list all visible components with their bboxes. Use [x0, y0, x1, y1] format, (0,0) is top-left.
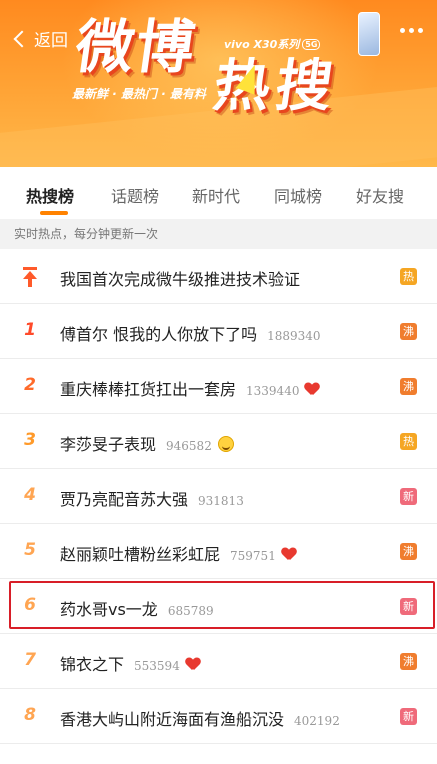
list-item[interactable]: 我国首次完成微牛级推进技术验证 热 — [0, 249, 437, 304]
list-item[interactable]: 1 傅首尔 恨我的人你放下了吗 1889340 沸 — [0, 304, 437, 359]
list-item-title-group: 赵丽颖吐槽粉丝彩虹屁 759751 — [60, 541, 296, 565]
banner-slogan: 最新鲜 · 最热门 · 最有料 — [72, 87, 206, 101]
list-item-title-group: 李莎旻子表现 946582 — [60, 431, 234, 455]
search-count: 1339440 — [246, 384, 300, 398]
more-dot-icon — [418, 28, 423, 33]
list-item[interactable]: 3 李莎旻子表现 946582 热 — [0, 414, 437, 469]
heart-icon — [282, 548, 296, 561]
status-badge: 沸 — [400, 378, 417, 395]
status-badge: 新 — [400, 488, 417, 505]
search-count: 553594 — [134, 659, 180, 673]
more-dot-icon — [409, 28, 414, 33]
smile-emoji-icon — [217, 436, 234, 452]
rank-number: 7 — [24, 650, 36, 670]
list-item-title-group: 我国首次完成微牛级推进技术验证 — [60, 266, 300, 290]
list-item-title: 锦衣之下 — [60, 655, 125, 674]
list-item-title-group: 傅首尔 恨我的人你放下了吗 1889340 — [60, 321, 321, 345]
search-count: 931813 — [198, 494, 244, 508]
sponsor-name: vivo X30系列 — [224, 38, 300, 51]
highlight-box — [9, 581, 435, 629]
list-item[interactable]: 7 锦衣之下 553594 沸 — [0, 634, 437, 689]
list-item-title-group: 重庆棒棒扛货扛出一套房 1339440 — [60, 376, 319, 400]
status-badge: 新 — [400, 708, 417, 725]
list-item[interactable]: 8 香港大屿山附近海面有渔船沉没 402192 新 — [0, 689, 437, 744]
list-item-title: 李莎旻子表现 — [60, 435, 157, 454]
chevron-left-icon — [13, 30, 31, 47]
more-dot-icon — [400, 28, 405, 33]
list-item-title: 我国首次完成微牛级推进技术验证 — [60, 270, 301, 289]
search-count: 946582 — [166, 439, 212, 453]
list-item-title: 赵丽颖吐槽粉丝彩虹屁 — [60, 545, 221, 564]
weibo-logo-text: 微博 — [71, 13, 201, 81]
list-item[interactable]: 4 贾乃亮配音苏大强 931813 新 — [0, 469, 437, 524]
hot-search-banner: 返回 微博 热搜 最新鲜 · 最热门 · 最有料 vivo X30系列 5G — [0, 0, 437, 167]
heart-icon — [305, 383, 319, 396]
list-item-title-group: 贾乃亮配音苏大强 931813 — [60, 486, 244, 510]
heart-icon — [186, 658, 200, 671]
list-item-title: 香港大屿山附近海面有渔船沉没 — [60, 710, 285, 729]
rank-number: 8 — [24, 705, 36, 725]
tab-local[interactable]: 同城榜 — [274, 183, 322, 207]
pin-top-icon — [22, 267, 38, 287]
back-button[interactable]: 返回 — [12, 26, 68, 51]
list-item-title-group: 锦衣之下 553594 — [60, 651, 200, 675]
sponsor-label: vivo X30系列 5G — [224, 36, 321, 52]
list-item[interactable]: 5 赵丽颖吐槽粉丝彩虹屁 759751 沸 — [0, 524, 437, 579]
status-badge: 沸 — [400, 653, 417, 670]
tab-hot-search[interactable]: 热搜榜 — [26, 183, 74, 207]
rank-number: 5 — [24, 540, 36, 560]
rank-number: 3 — [24, 430, 36, 450]
phone-image — [358, 12, 380, 56]
tab-new-era[interactable]: 新时代 — [192, 183, 240, 207]
search-count: 759751 — [230, 549, 276, 563]
active-tab-indicator — [40, 211, 68, 215]
update-notice: 实时热点，每分钟更新一次 — [0, 219, 437, 249]
list-item-title: 贾乃亮配音苏大强 — [60, 490, 189, 509]
rank-number: 4 — [24, 485, 36, 505]
tab-topics[interactable]: 话题榜 — [111, 183, 159, 207]
list-item[interactable]: 2 重庆棒棒扛货扛出一套房 1339440 沸 — [0, 359, 437, 414]
status-badge: 沸 — [400, 543, 417, 560]
search-count: 402192 — [294, 714, 340, 728]
hot-search-logo-text: 热搜 — [209, 53, 343, 119]
list-item-title: 重庆棒棒扛货扛出一套房 — [60, 380, 237, 399]
back-label: 返回 — [34, 31, 68, 51]
rank-number: 2 — [24, 375, 36, 395]
status-badge: 热 — [400, 433, 417, 450]
more-menu-button[interactable] — [400, 28, 423, 33]
rank-number: 1 — [24, 320, 36, 340]
search-count: 1889340 — [267, 329, 321, 343]
status-badge: 沸 — [400, 323, 417, 340]
sponsor-5g-badge: 5G — [302, 38, 321, 50]
list-item-title-group: 香港大屿山附近海面有渔船沉没 402192 — [60, 706, 340, 730]
status-badge: 热 — [400, 268, 417, 285]
tab-friends[interactable]: 好友搜 — [356, 183, 404, 207]
list-item-title: 傅首尔 恨我的人你放下了吗 — [60, 325, 258, 344]
